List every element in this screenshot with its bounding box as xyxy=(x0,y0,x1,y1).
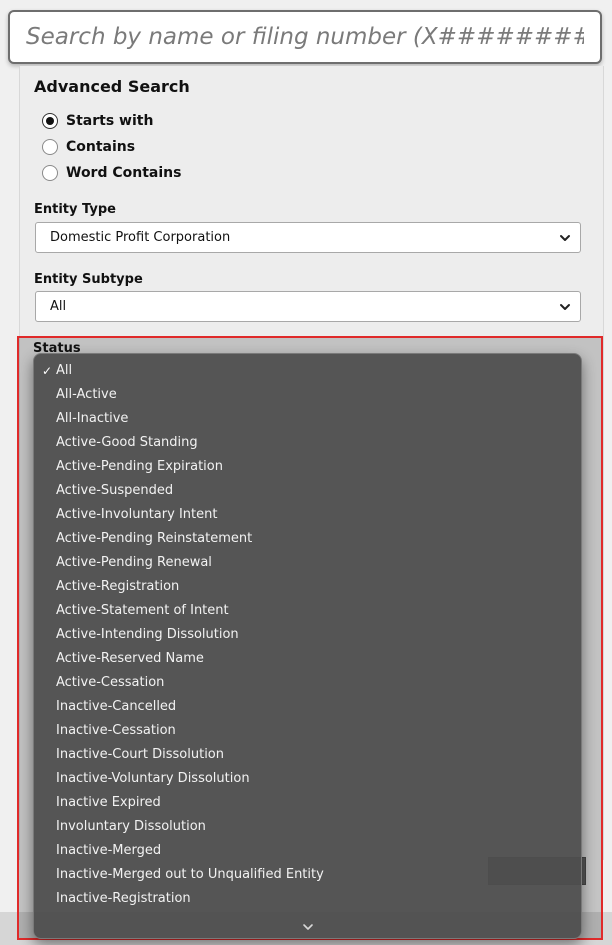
entity-type-select[interactable]: Domestic Profit Corporation xyxy=(35,222,581,253)
status-option[interactable]: Active-Reserved Name xyxy=(34,647,581,671)
status-option[interactable]: Active-Pending Expiration xyxy=(34,455,581,479)
status-option-label: Inactive-Court Dissolution xyxy=(56,747,224,762)
status-option-label: Active-Suspended xyxy=(56,483,174,498)
status-option[interactable]: All-Active xyxy=(34,383,581,407)
status-option-label: Active-Cessation xyxy=(56,675,165,690)
status-option[interactable]: Inactive-Merged xyxy=(34,839,581,863)
status-option-label: Inactive-Cancelled xyxy=(56,699,177,714)
status-option[interactable]: Inactive-Cancelled xyxy=(34,695,581,719)
status-option[interactable]: Active-Suspended xyxy=(34,479,581,503)
status-option-label: Inactive-Voluntary Dissolution xyxy=(56,771,250,786)
status-option[interactable]: Inactive-Registration xyxy=(34,887,581,911)
status-option-label: Active-Intending Dissolution xyxy=(56,627,239,642)
status-option-label: All-Inactive xyxy=(56,411,129,426)
status-option[interactable]: All-Inactive xyxy=(34,407,581,431)
radio-label-contains: Contains xyxy=(66,139,136,155)
entity-subtype-value: All xyxy=(50,299,67,314)
status-option[interactable]: Inactive-Court Dissolution xyxy=(34,743,581,767)
search-box[interactable] xyxy=(8,10,602,64)
status-option[interactable]: Involuntary Dissolution xyxy=(34,815,581,839)
entity-subtype-select[interactable]: All xyxy=(35,291,581,322)
status-option[interactable]: Active-Intending Dissolution xyxy=(34,623,581,647)
status-option[interactable]: Inactive Expired xyxy=(34,791,581,815)
status-option[interactable]: Active-Pending Reinstatement xyxy=(34,527,581,551)
status-option[interactable]: Active-Pending Renewal xyxy=(34,551,581,575)
status-option-label: All-Active xyxy=(56,387,117,402)
status-option-label: Active-Reserved Name xyxy=(56,651,204,666)
advanced-search-title: Advanced Search xyxy=(34,77,190,96)
status-option-label: Inactive Expired xyxy=(56,795,161,810)
status-option[interactable]: ✓ All xyxy=(34,359,581,383)
entity-subtype-label: Entity Subtype xyxy=(34,272,143,287)
status-option[interactable]: Active-Statement of Intent xyxy=(34,599,581,623)
status-option[interactable]: Inactive-Voluntary Dissolution xyxy=(34,767,581,791)
scroll-down-chevron-icon[interactable] xyxy=(301,922,315,932)
status-option[interactable]: Inactive-Cessation xyxy=(34,719,581,743)
entity-type-value: Domestic Profit Corporation xyxy=(50,230,231,245)
radio-button[interactable] xyxy=(42,165,58,181)
status-option-label: Active-Statement of Intent xyxy=(56,603,229,618)
status-option-label: Inactive-Registration xyxy=(56,891,191,906)
status-option[interactable]: Active-Good Standing xyxy=(34,431,581,455)
status-option[interactable]: Active-Involuntary Intent xyxy=(34,503,581,527)
status-option-label: Active-Pending Reinstatement xyxy=(56,531,253,546)
status-option[interactable]: Active-Registration xyxy=(34,575,581,599)
entity-type-label: Entity Type xyxy=(34,202,116,217)
status-option[interactable]: Active-Cessation xyxy=(34,671,581,695)
chevron-down-icon xyxy=(560,235,570,241)
status-option-label: Active-Involuntary Intent xyxy=(56,507,218,522)
status-options-list: ✓ All All-Active All-Inactive Active-Good St… xyxy=(34,359,581,911)
radio-label-starts-with: Starts with xyxy=(66,113,154,129)
checkmark-icon: ✓ xyxy=(42,364,53,378)
status-option-label: Inactive-Merged out to Unqualified Entit… xyxy=(56,867,324,882)
radio-button-checked[interactable] xyxy=(42,113,58,129)
status-option-label: All xyxy=(56,363,73,378)
radio-word-contains[interactable]: Word Contains xyxy=(42,163,181,183)
radio-button[interactable] xyxy=(42,139,58,155)
radio-starts-with[interactable]: Starts with xyxy=(42,111,153,131)
status-dropdown-menu[interactable]: ✓ All All-Active All-Inactive Active-Good St… xyxy=(33,353,582,939)
status-option-label: Involuntary Dissolution xyxy=(56,819,206,834)
status-option-label: Inactive-Merged xyxy=(56,843,162,858)
status-option-label: Inactive-Cessation xyxy=(56,723,176,738)
status-option-label: Active-Registration xyxy=(56,579,180,594)
status-option-label: Active-Good Standing xyxy=(56,435,198,450)
status-option[interactable]: Inactive-Merged out to Unqualified Entit… xyxy=(34,863,581,887)
status-option-label: Active-Pending Expiration xyxy=(56,459,223,474)
radio-label-word-contains: Word Contains xyxy=(66,165,182,181)
search-input[interactable] xyxy=(10,12,600,62)
status-option-label: Active-Pending Renewal xyxy=(56,555,212,570)
chevron-down-icon xyxy=(560,304,570,310)
radio-contains[interactable]: Contains xyxy=(42,137,135,157)
